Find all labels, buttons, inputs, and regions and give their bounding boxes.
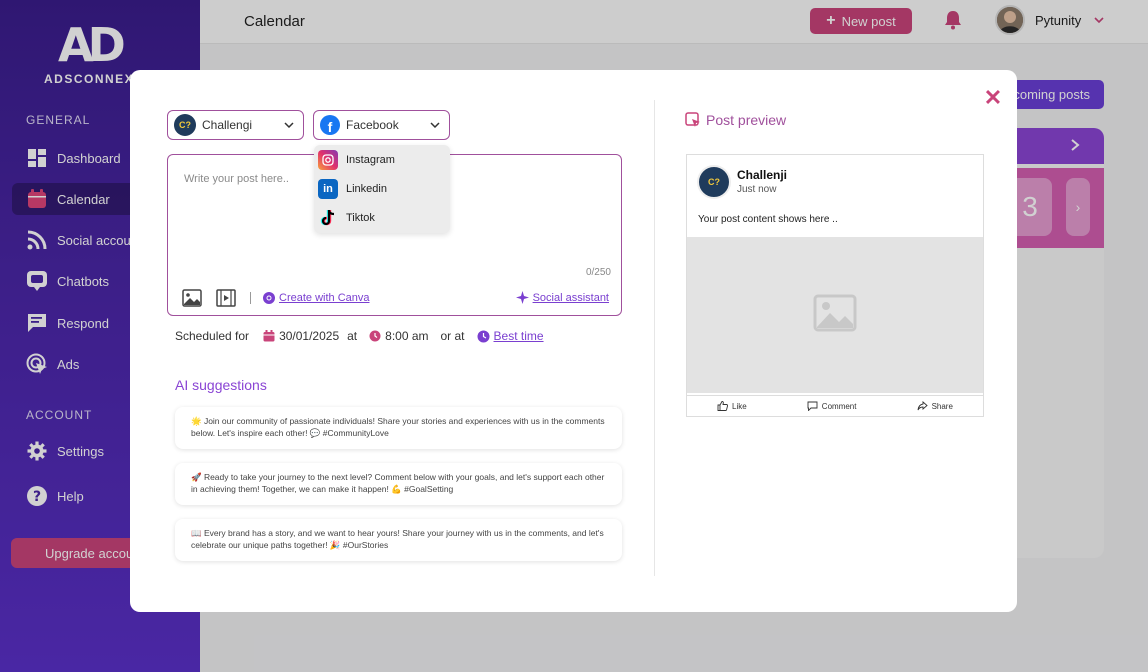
ai-suggestion-item[interactable]: 🚀 Ready to take your journey to the next… bbox=[175, 463, 622, 505]
create-with-canva-link[interactable]: Create with Canva bbox=[263, 292, 370, 304]
preview-page-name: Challenji bbox=[737, 168, 788, 182]
chevron-down-icon bbox=[429, 119, 441, 134]
char-count: 0/250 bbox=[585, 267, 611, 278]
chevron-down-icon bbox=[283, 119, 295, 134]
best-time-icon bbox=[477, 330, 490, 343]
platform-option-label: Linkedin bbox=[346, 183, 387, 195]
post-preview-title: Post preview bbox=[685, 112, 786, 128]
share-action: Share bbox=[917, 400, 953, 413]
image-icon[interactable] bbox=[182, 289, 204, 307]
ai-suggestion-item[interactable]: 🌟 Join our community of passionate indiv… bbox=[175, 407, 622, 449]
platform-option-instagram[interactable]: Instagram bbox=[318, 147, 395, 173]
clock-icon bbox=[369, 330, 381, 342]
linkedin-icon: in bbox=[318, 179, 338, 199]
platform-select-value: Facebook bbox=[346, 118, 399, 132]
post-preview-card: C? Challenji Just now Your post content … bbox=[686, 154, 984, 417]
social-assistant-link[interactable]: Social assistant bbox=[515, 291, 609, 304]
preview-avatar: C? bbox=[697, 165, 731, 199]
schedule-time[interactable]: 8:00 am bbox=[385, 329, 428, 343]
composer-toolbar: Create with Canva bbox=[182, 289, 370, 307]
preview-content: Your post content shows here .. bbox=[698, 214, 838, 225]
schedule-or-at: or at bbox=[440, 329, 465, 343]
preview-actions: Like Comment Share bbox=[687, 395, 983, 417]
like-action: Like bbox=[717, 400, 747, 413]
composer-placeholder[interactable]: Write your post here.. bbox=[184, 173, 289, 185]
like-label: Like bbox=[732, 402, 747, 411]
toolbar-divider bbox=[250, 292, 251, 304]
calendar-icon bbox=[263, 330, 275, 342]
platform-dropdown: Instagram in Linkedin Tiktok bbox=[314, 145, 450, 233]
account-avatar: C? bbox=[174, 114, 196, 136]
preview-time: Just now bbox=[737, 184, 777, 195]
share-icon bbox=[917, 400, 928, 413]
comment-action: Comment bbox=[807, 401, 857, 413]
platform-option-tiktok[interactable]: Tiktok bbox=[318, 205, 375, 231]
share-label: Share bbox=[931, 402, 953, 411]
schedule-at: at bbox=[347, 329, 358, 343]
platform-select[interactable]: f Facebook bbox=[313, 110, 450, 140]
schedule-row: Scheduled for 30/01/2025 at 8:00 am or a… bbox=[175, 329, 544, 343]
canva-icon bbox=[263, 292, 275, 304]
platform-option-linkedin[interactable]: in Linkedin bbox=[318, 176, 387, 202]
account-select-value: Challengi bbox=[202, 118, 253, 132]
canva-label: Create with Canva bbox=[279, 292, 370, 304]
image-placeholder-icon bbox=[813, 294, 857, 337]
ai-suggestions-title: AI suggestions bbox=[175, 377, 267, 393]
schedule-date[interactable]: 30/01/2025 bbox=[279, 329, 339, 343]
comment-icon bbox=[807, 401, 818, 413]
close-icon[interactable]: ✕ bbox=[983, 87, 1003, 109]
schedule-label: Scheduled for bbox=[175, 329, 250, 343]
platform-option-label: Tiktok bbox=[346, 212, 375, 224]
like-icon bbox=[717, 400, 729, 413]
sparkle-icon bbox=[515, 291, 529, 304]
instagram-icon bbox=[318, 150, 338, 170]
video-icon[interactable] bbox=[216, 289, 238, 307]
preview-icon bbox=[685, 112, 701, 128]
account-select[interactable]: C? Challengi bbox=[167, 110, 304, 140]
best-time-link[interactable]: Best time bbox=[494, 329, 544, 343]
tiktok-icon bbox=[318, 208, 338, 228]
create-post-modal: ✕ C? Challengi f Facebook Write your pos… bbox=[130, 70, 1017, 612]
social-assistant-label: Social assistant bbox=[532, 291, 609, 304]
preview-media bbox=[687, 237, 983, 393]
post-preview-label: Post preview bbox=[706, 112, 787, 128]
facebook-icon: f bbox=[320, 115, 340, 135]
comment-label: Comment bbox=[821, 402, 857, 411]
ai-suggestion-item[interactable]: 📖 Every brand has a story, and we want t… bbox=[175, 519, 622, 561]
platform-option-label: Instagram bbox=[346, 154, 395, 166]
divider bbox=[654, 100, 655, 576]
